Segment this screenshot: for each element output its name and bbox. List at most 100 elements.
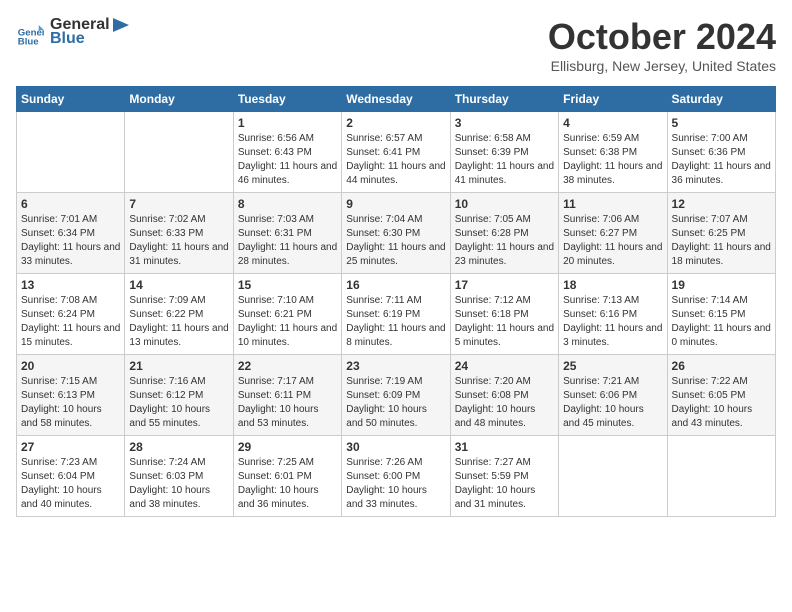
day-number: 1 [238,116,337,130]
calendar-cell: 12Sunrise: 7:07 AM Sunset: 6:25 PM Dayli… [667,193,775,274]
calendar-cell: 5 Sunrise: 7:00 AM Sunset: 6:36 PM Daylig… [667,112,775,193]
day-number: 8 [238,197,337,211]
day-info: Sunrise: 7:09 AM Sunset: 6:22 PM Dayligh… [129,294,228,350]
calendar-cell: 9 Sunrise: 7:04 AM Sunset: 6:30 PM Daylig… [342,193,450,274]
day-number: 6 [21,197,120,211]
calendar-cell: 7Sunrise: 7:02 AM Sunset: 6:33 PM Daylig… [125,193,233,274]
day-header-monday: Monday [125,87,233,112]
calendar-cell: 2Sunrise: 6:57 AM Sunset: 6:41 PM Daylig… [342,112,450,193]
day-info: Sunrise: 7:21 AM Sunset: 6:06 PM Dayligh… [563,375,662,431]
day-header-friday: Friday [559,87,667,112]
day-number: 24 [455,359,554,373]
day-number: 30 [346,440,445,454]
day-info: Sunrise: 7:00 AM Sunset: 6:36 PM Dayligh… [672,132,771,188]
day-number: 14 [129,278,228,292]
calendar-cell: 27 Sunrise: 7:23 AM Sunset: 6:04 PM Dayli… [17,436,125,517]
day-info: Sunrise: 7:01 AM Sunset: 6:34 PM Dayligh… [21,213,120,269]
day-number: 13 [21,278,120,292]
day-info: Sunrise: 7:23 AM Sunset: 6:04 PM Dayligh… [21,456,120,512]
day-number: 31 [455,440,554,454]
calendar-cell: 21 Sunrise: 7:16 AM Sunset: 6:12 PM Dayli… [125,355,233,436]
day-number: 4 [563,116,662,130]
day-info: Sunrise: 7:16 AM Sunset: 6:12 PM Dayligh… [129,375,228,431]
day-info: Sunrise: 7:11 AM Sunset: 6:19 PM Dayligh… [346,294,445,350]
day-info: Sunrise: 6:57 AM Sunset: 6:41 PM Dayligh… [346,132,445,188]
calendar-cell: 10Sunrise: 7:05 AM Sunset: 6:28 PM Dayli… [450,193,558,274]
day-header-sunday: Sunday [17,87,125,112]
day-number: 9 [346,197,445,211]
calendar-cell: 13 Sunrise: 7:08 AM Sunset: 6:24 PM Dayli… [17,274,125,355]
logo-blue: Blue [50,30,85,48]
calendar-cell: 15 Sunrise: 7:10 AM Sunset: 6:21 PM Dayli… [233,274,341,355]
day-header-tuesday: Tuesday [233,87,341,112]
location: Ellisburg, New Jersey, United States [548,58,776,74]
day-info: Sunrise: 7:10 AM Sunset: 6:21 PM Dayligh… [238,294,337,350]
day-info: Sunrise: 7:19 AM Sunset: 6:09 PM Dayligh… [346,375,445,431]
calendar-cell: 4 Sunrise: 6:59 AM Sunset: 6:38 PM Daylig… [559,112,667,193]
week-row-3: 13 Sunrise: 7:08 AM Sunset: 6:24 PM Dayli… [17,274,776,355]
day-number: 29 [238,440,337,454]
calendar-cell: 17Sunrise: 7:12 AM Sunset: 6:18 PM Dayli… [450,274,558,355]
day-number: 5 [672,116,771,130]
calendar-cell: 16 Sunrise: 7:11 AM Sunset: 6:19 PM Dayli… [342,274,450,355]
calendar-cell: 23 Sunrise: 7:19 AM Sunset: 6:09 PM Dayli… [342,355,450,436]
day-info: Sunrise: 7:15 AM Sunset: 6:13 PM Dayligh… [21,375,120,431]
calendar-cell: 30Sunrise: 7:26 AM Sunset: 6:00 PM Dayli… [342,436,450,517]
svg-text:Blue: Blue [18,36,39,46]
day-number: 3 [455,116,554,130]
day-number: 28 [129,440,228,454]
logo: General Blue General Blue [16,16,129,48]
day-info: Sunrise: 6:56 AM Sunset: 6:43 PM Dayligh… [238,132,337,188]
day-number: 19 [672,278,771,292]
calendar-cell: 26 Sunrise: 7:22 AM Sunset: 6:05 PM Dayli… [667,355,775,436]
calendar-cell: 22Sunrise: 7:17 AM Sunset: 6:11 PM Dayli… [233,355,341,436]
calendar-cell: 29 Sunrise: 7:25 AM Sunset: 6:01 PM Dayli… [233,436,341,517]
day-info: Sunrise: 6:59 AM Sunset: 6:38 PM Dayligh… [563,132,662,188]
day-number: 15 [238,278,337,292]
calendar-cell: 6 Sunrise: 7:01 AM Sunset: 6:34 PM Daylig… [17,193,125,274]
day-info: Sunrise: 7:03 AM Sunset: 6:31 PM Dayligh… [238,213,337,269]
day-number: 16 [346,278,445,292]
day-info: Sunrise: 7:05 AM Sunset: 6:28 PM Dayligh… [455,213,554,269]
week-row-1: 1 Sunrise: 6:56 AM Sunset: 6:43 PM Daylig… [17,112,776,193]
week-row-5: 27 Sunrise: 7:23 AM Sunset: 6:04 PM Dayli… [17,436,776,517]
day-number: 27 [21,440,120,454]
day-number: 25 [563,359,662,373]
calendar-cell: 24 Sunrise: 7:20 AM Sunset: 6:08 PM Dayli… [450,355,558,436]
day-info: Sunrise: 7:14 AM Sunset: 6:15 PM Dayligh… [672,294,771,350]
day-header-saturday: Saturday [667,87,775,112]
day-info: Sunrise: 7:07 AM Sunset: 6:25 PM Dayligh… [672,213,771,269]
day-number: 7 [129,197,228,211]
day-info: Sunrise: 7:22 AM Sunset: 6:05 PM Dayligh… [672,375,771,431]
day-info: Sunrise: 7:20 AM Sunset: 6:08 PM Dayligh… [455,375,554,431]
calendar-cell [667,436,775,517]
day-number: 18 [563,278,662,292]
week-row-2: 6 Sunrise: 7:01 AM Sunset: 6:34 PM Daylig… [17,193,776,274]
calendar-cell: 18 Sunrise: 7:13 AM Sunset: 6:16 PM Dayli… [559,274,667,355]
day-info: Sunrise: 7:27 AM Sunset: 5:59 PM Dayligh… [455,456,554,512]
day-info: Sunrise: 7:13 AM Sunset: 6:16 PM Dayligh… [563,294,662,350]
days-header-row: SundayMondayTuesdayWednesdayThursdayFrid… [17,87,776,112]
day-number: 11 [563,197,662,211]
day-number: 21 [129,359,228,373]
day-header-wednesday: Wednesday [342,87,450,112]
day-number: 26 [672,359,771,373]
day-info: Sunrise: 7:25 AM Sunset: 6:01 PM Dayligh… [238,456,337,512]
day-number: 23 [346,359,445,373]
calendar-cell: 20 Sunrise: 7:15 AM Sunset: 6:13 PM Dayli… [17,355,125,436]
calendar-cell: 28Sunrise: 7:24 AM Sunset: 6:03 PM Dayli… [125,436,233,517]
calendar-cell: 11Sunrise: 7:06 AM Sunset: 6:27 PM Dayli… [559,193,667,274]
page-header: General Blue General Blue October 2024 E… [16,16,776,74]
calendar-cell [559,436,667,517]
calendar-table: SundayMondayTuesdayWednesdayThursdayFrid… [16,86,776,517]
calendar-cell: 14 Sunrise: 7:09 AM Sunset: 6:22 PM Dayli… [125,274,233,355]
day-info: Sunrise: 7:04 AM Sunset: 6:30 PM Dayligh… [346,213,445,269]
title-block: October 2024 Ellisburg, New Jersey, Unit… [548,16,776,74]
day-number: 20 [21,359,120,373]
calendar-cell: 19 Sunrise: 7:14 AM Sunset: 6:15 PM Dayli… [667,274,775,355]
logo-icon: General Blue [16,18,44,46]
day-info: Sunrise: 7:12 AM Sunset: 6:18 PM Dayligh… [455,294,554,350]
day-info: Sunrise: 7:08 AM Sunset: 6:24 PM Dayligh… [21,294,120,350]
day-info: Sunrise: 6:58 AM Sunset: 6:39 PM Dayligh… [455,132,554,188]
calendar-cell: 8 Sunrise: 7:03 AM Sunset: 6:31 PM Daylig… [233,193,341,274]
